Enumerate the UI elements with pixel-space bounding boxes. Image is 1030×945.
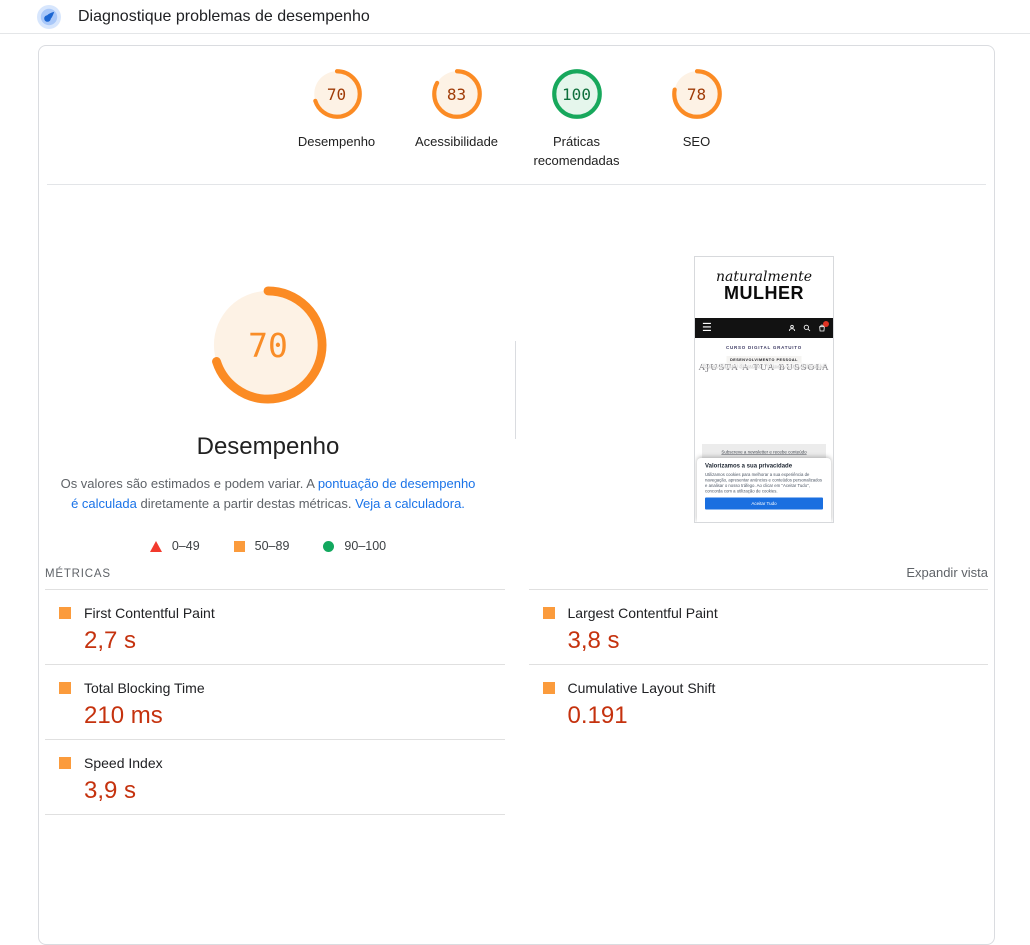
metric-value: 3,9 s (84, 777, 505, 805)
performance-main-gauge: 70 (209, 286, 327, 404)
legend-item-average: 50–89 (234, 539, 290, 553)
site-logo: naturalmente MULHER (695, 257, 833, 318)
metric-cumulative-layout-shift: Cumulative Layout Shift 0.191 (529, 665, 989, 740)
score-legend: 0–49 50–89 90–100 (39, 539, 497, 553)
hero-spacer (695, 412, 833, 444)
metrics-right-column: Largest Contentful Paint 3,8 s Cumulativ… (529, 590, 989, 740)
legend-range: 0–49 (172, 539, 200, 553)
site-navbar: ☰ (695, 318, 833, 338)
seo-gauge: 78 (671, 68, 723, 120)
metric-largest-contentful-paint: Largest Contentful Paint 3,8 s (529, 590, 989, 665)
metric-name: First Contentful Paint (84, 605, 215, 621)
metric-status-square-icon (543, 607, 555, 619)
metrics-section: MÉTRICAS Expandir vista First Contentful… (45, 561, 988, 815)
menu-icon: ☰ (702, 323, 712, 333)
metric-name: Total Blocking Time (84, 680, 205, 696)
legend-range: 90–100 (344, 539, 386, 553)
legend-item-pass: 90–100 (323, 539, 386, 553)
legend-range: 50–89 (255, 539, 290, 553)
performance-score-block: 70 Desempenho Os valores são estimados e… (39, 185, 497, 553)
category-best-practices[interactable]: 100 Práticas recomendadas (517, 68, 637, 184)
account-icon (788, 324, 796, 332)
site-logo-bold: MULHER (695, 284, 833, 302)
category-label: SEO (683, 132, 710, 151)
metrics-section-label: MÉTRICAS (45, 568, 111, 580)
description-text: diretamente a partir destas métricas. (137, 496, 355, 511)
metric-speed-index: Speed Index 3,9 s (45, 740, 505, 815)
performance-title: Desempenho (39, 433, 497, 461)
performance-score: 70 (311, 68, 363, 120)
performance-gauge: 70 (311, 68, 363, 120)
cart-badge (823, 321, 829, 327)
average-square-icon (234, 541, 245, 552)
category-performance[interactable]: 70 Desempenho (277, 68, 397, 184)
accessibility-score: 83 (431, 68, 483, 120)
metrics-header: MÉTRICAS Expandir vista (45, 561, 988, 590)
metric-value: 0.191 (568, 702, 989, 730)
metric-name: Cumulative Layout Shift (568, 680, 716, 696)
see-calculator-link[interactable]: Veja a calculadora. (355, 496, 465, 511)
metric-value: 3,8 s (568, 627, 989, 655)
cart-icon (818, 324, 826, 332)
hero-banner: CURSO DIGITAL GRATUITO DESENVOLVIMENTO P… (695, 338, 833, 412)
category-label: Desempenho (298, 132, 375, 151)
category-label: Práticas recomendadas (517, 132, 637, 170)
seo-score: 78 (671, 68, 723, 120)
metric-status-square-icon (543, 682, 555, 694)
hero-title: Curso Digital Gratuito: "Ajusta a tua bú… (695, 363, 833, 370)
performance-description: Os valores são estimados e podem variar.… (56, 474, 480, 514)
metric-name: Speed Index (84, 755, 163, 771)
category-label: Acessibilidade (415, 132, 498, 151)
fail-triangle-icon (150, 541, 162, 552)
best-practices-gauge: 100 (551, 68, 603, 120)
category-accessibility[interactable]: 83 Acessibilidade (397, 68, 517, 184)
hero-eyebrow: CURSO DIGITAL GRATUITO (695, 338, 833, 350)
search-icon (803, 324, 811, 332)
pagespeed-insights-icon (37, 5, 61, 29)
legend-item-fail: 0–49 (150, 539, 200, 553)
metric-value: 210 ms (84, 702, 505, 730)
performance-main-score: 70 (209, 286, 327, 404)
metric-status-square-icon (59, 682, 71, 694)
metric-total-blocking-time: Total Blocking Time 210 ms (45, 665, 505, 740)
description-text: Os valores são estimados e podem variar.… (61, 476, 318, 491)
metric-value: 2,7 s (84, 627, 505, 655)
metric-status-square-icon (59, 607, 71, 619)
pass-circle-icon (323, 541, 334, 552)
accessibility-gauge: 83 (431, 68, 483, 120)
page-screenshot-thumbnail: naturalmente MULHER ☰ (694, 256, 834, 523)
metric-first-contentful-paint: First Contentful Paint 2,7 s (45, 590, 505, 665)
metric-status-square-icon (59, 757, 71, 769)
page-title: Diagnostique problemas de desempenho (78, 8, 370, 26)
cookie-consent-panel: Valorizamos a sua privacidade Utilizamos… (697, 458, 831, 522)
performance-overview: 70 Desempenho Os valores são estimados e… (39, 185, 994, 561)
cookie-body: Utilizamos cookies para melhorar a sua e… (705, 472, 823, 494)
category-summary: 70 Desempenho 83 Acessibilidade 100 Prát… (39, 46, 994, 184)
best-practices-score: 100 (551, 68, 603, 120)
metrics-left-column: First Contentful Paint 2,7 s Total Block… (45, 590, 505, 815)
metric-name: Largest Contentful Paint (568, 605, 718, 621)
expand-view-button[interactable]: Expandir vista (906, 565, 988, 580)
category-seo[interactable]: 78 SEO (637, 68, 757, 184)
page-header: Diagnostique problemas de desempenho (0, 0, 1030, 34)
accept-cookies-button: Aceitar Tudo (705, 498, 823, 510)
site-logo-script: naturalmente (695, 270, 833, 284)
vertical-divider (515, 341, 516, 439)
report-card: 70 Desempenho 83 Acessibilidade 100 Prát… (38, 45, 995, 945)
cookie-title: Valorizamos a sua privacidade (705, 462, 823, 469)
